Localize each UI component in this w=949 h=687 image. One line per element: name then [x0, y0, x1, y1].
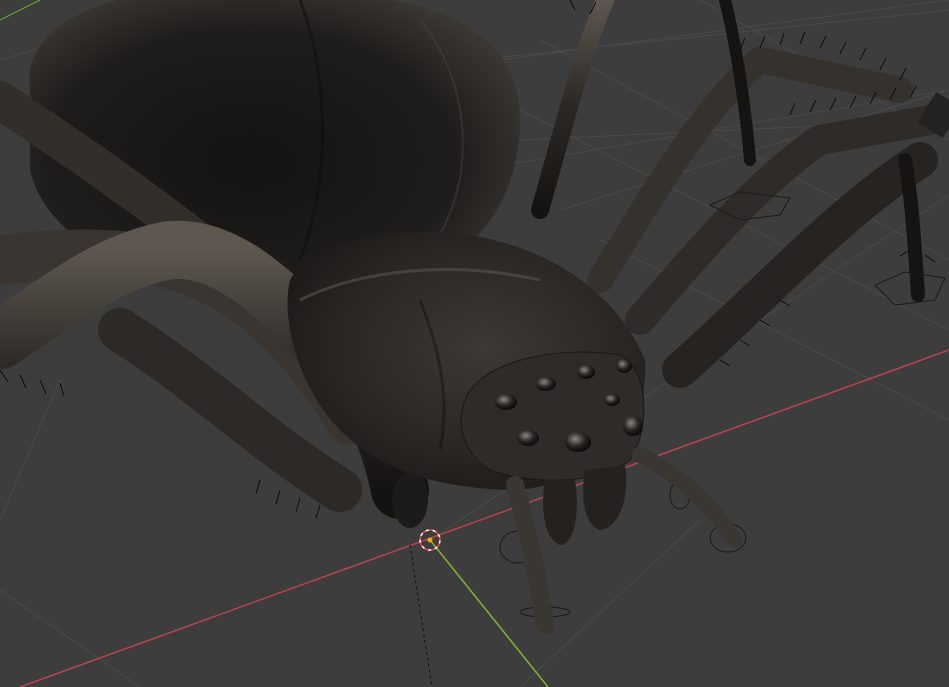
eye	[623, 416, 643, 436]
eye	[536, 377, 556, 391]
back-legs-part[interactable]	[917, 91, 949, 139]
eye	[517, 430, 539, 446]
eye	[577, 365, 595, 379]
eye	[604, 394, 620, 406]
eye	[495, 394, 517, 410]
eye	[565, 432, 591, 452]
front-left-legs-part[interactable]	[392, 472, 428, 528]
viewport-scene[interactable]	[0, 0, 949, 687]
eye	[616, 359, 632, 373]
3d-viewport[interactable]	[0, 0, 949, 687]
object-origin-dot	[427, 537, 433, 543]
